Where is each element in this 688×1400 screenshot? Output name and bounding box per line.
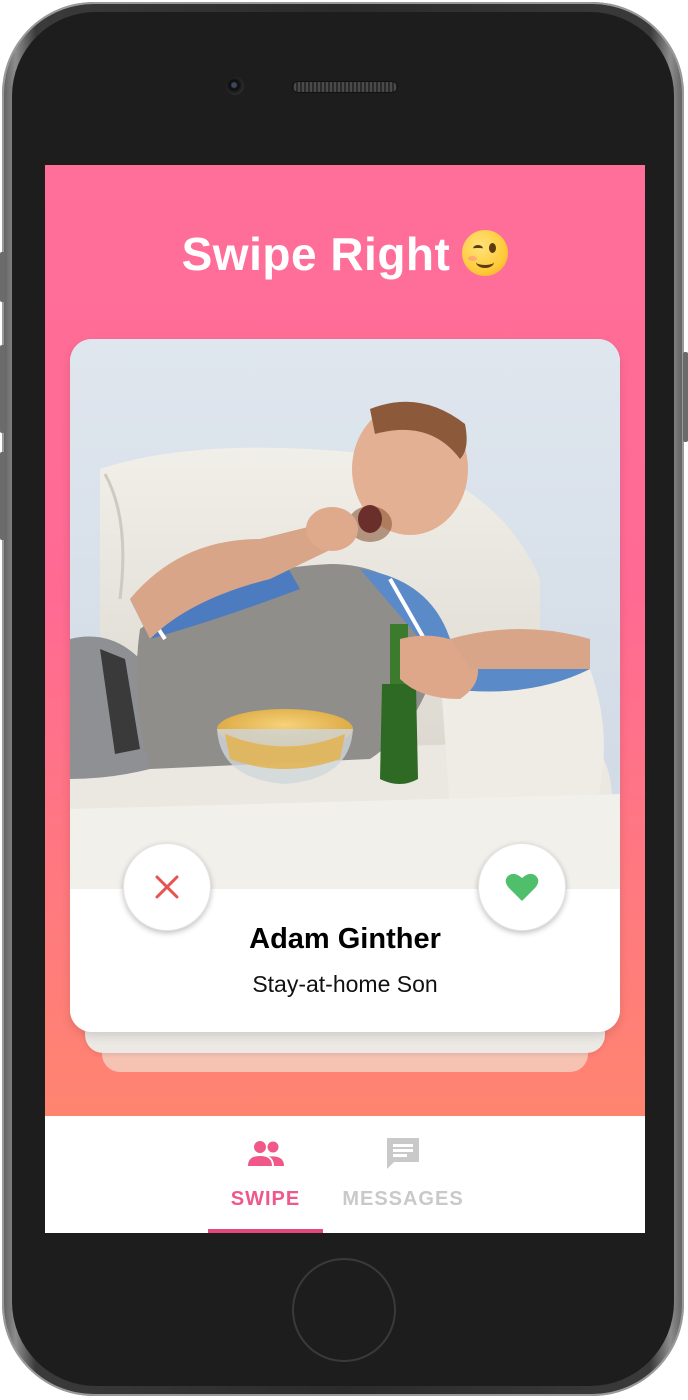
heart-icon	[505, 873, 539, 901]
tab-swipe[interactable]: SWIPE	[208, 1116, 323, 1233]
page-title: Swipe Right	[45, 227, 645, 281]
mute-switch	[0, 252, 5, 302]
profile-photo	[70, 339, 620, 889]
app-screen: Swipe Right Adam Ginther Stay-at-home So…	[45, 165, 645, 1233]
profile-subtitle: Stay-at-home Son	[252, 971, 438, 997]
volume-up-button	[0, 345, 5, 433]
power-button	[683, 352, 688, 442]
volume-down-button	[0, 452, 5, 540]
nope-button[interactable]	[123, 843, 211, 931]
tab-messages[interactable]: MESSAGES	[338, 1116, 468, 1233]
bottom-tab-bar: SWIPE MESSAGES	[45, 1116, 645, 1233]
front-camera	[226, 77, 244, 95]
like-button[interactable]	[478, 843, 566, 931]
tab-swipe-label: SWIPE	[230, 1188, 301, 1210]
active-tab-indicator	[208, 1229, 323, 1233]
close-icon	[155, 875, 179, 899]
message-icon	[385, 1136, 421, 1170]
winking-face-icon	[462, 230, 509, 276]
tab-messages-label: MESSAGES	[342, 1188, 464, 1210]
people-icon	[247, 1136, 285, 1170]
home-button[interactable]	[292, 1258, 396, 1362]
title-text: Swipe Right	[181, 228, 451, 280]
earpiece-speaker	[292, 81, 398, 93]
